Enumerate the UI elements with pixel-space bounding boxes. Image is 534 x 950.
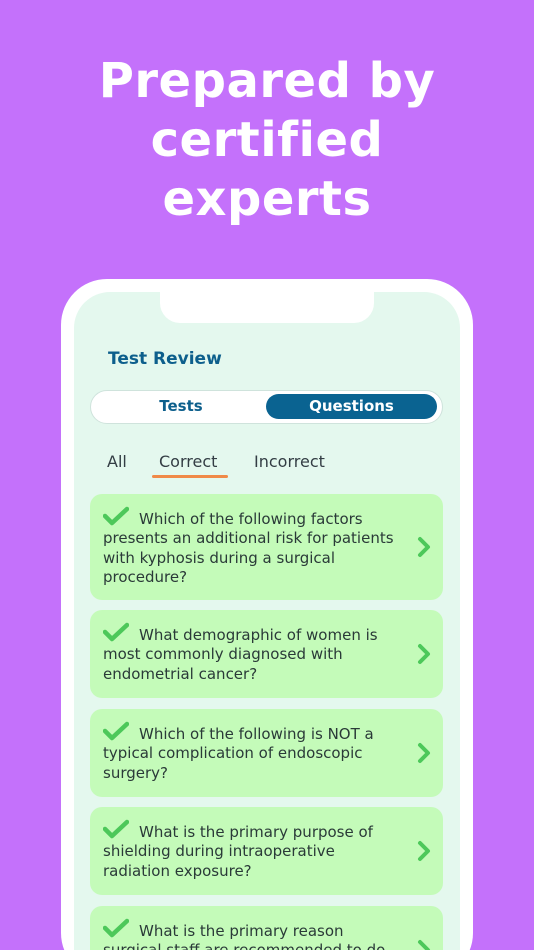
segment-tests[interactable]: Tests	[95, 394, 267, 419]
marketing-headline: Prepared by certified experts	[0, 52, 534, 229]
filter-tab-correct[interactable]: Correct	[159, 452, 217, 471]
chevron-right-icon[interactable]	[417, 536, 431, 558]
page-title: Test Review	[108, 349, 222, 369]
headline-line-2: certified	[150, 112, 384, 168]
question-text: What is the primary purpose of shielding…	[103, 823, 373, 880]
segment-questions[interactable]: Questions	[266, 394, 437, 419]
question-text: What demographic of women is most common…	[103, 626, 378, 683]
chevron-right-icon[interactable]	[417, 742, 431, 764]
chevron-right-icon[interactable]	[417, 840, 431, 862]
headline-line-1: Prepared by	[98, 53, 436, 109]
question-card[interactable]: What demographic of women is most common…	[90, 610, 443, 698]
phone-screen: Test Review Tests Questions All Correct …	[74, 292, 460, 950]
active-tab-underline	[152, 475, 228, 478]
phone-frame: Test Review Tests Questions All Correct …	[61, 279, 473, 950]
question-card[interactable]: What is the primary purpose of shielding…	[90, 807, 443, 895]
question-card[interactable]: Which of the following is NOT a typical …	[90, 709, 443, 797]
question-text: What is the primary reason surgical staf…	[103, 922, 385, 950]
filter-tab-incorrect[interactable]: Incorrect	[254, 452, 325, 471]
chevron-right-icon[interactable]	[417, 643, 431, 665]
chevron-right-icon[interactable]	[417, 939, 431, 950]
question-card[interactable]: Which of the following factors presents …	[90, 494, 443, 600]
question-text: Which of the following factors presents …	[103, 510, 394, 586]
question-text: Which of the following is NOT a typical …	[103, 725, 374, 782]
headline-line-3: experts	[162, 171, 372, 227]
question-card[interactable]: What is the primary reason surgical staf…	[90, 906, 443, 950]
segmented-control: Tests Questions	[90, 390, 443, 424]
phone-notch	[160, 292, 374, 323]
filter-tab-all[interactable]: All	[107, 452, 127, 471]
